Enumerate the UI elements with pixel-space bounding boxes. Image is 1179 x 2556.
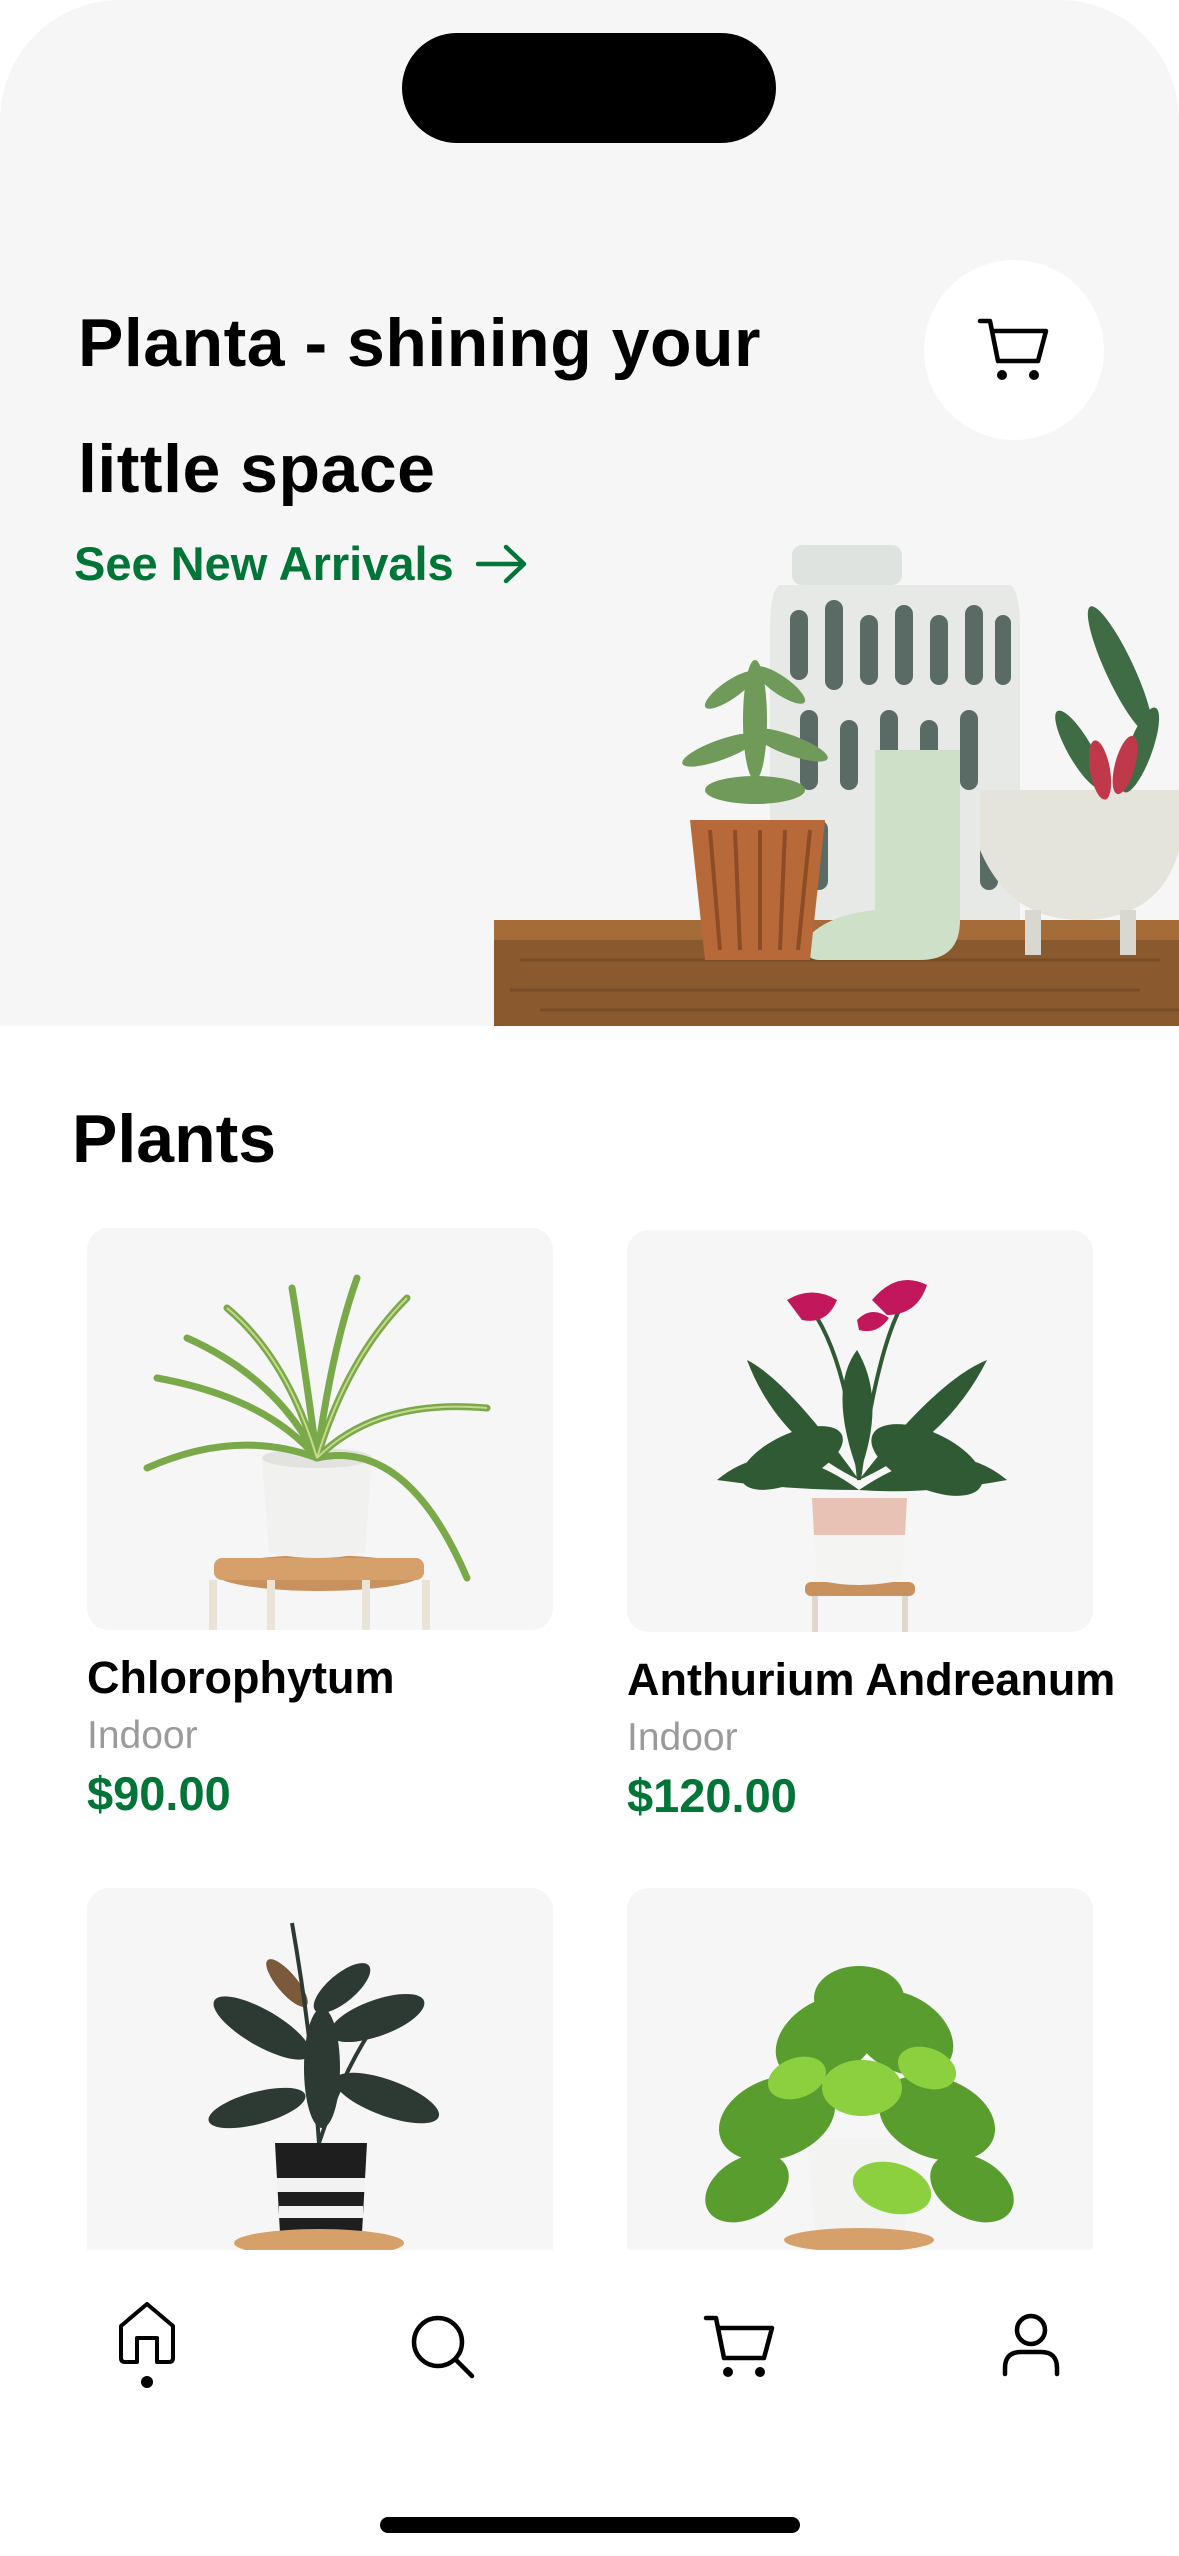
product-price: $120.00 xyxy=(627,1769,797,1822)
search-icon xyxy=(411,2315,475,2379)
product-price: $90.00 xyxy=(87,1767,231,1820)
product-card[interactable]: Anthurium Andreanum Indoor $120.00 xyxy=(627,1230,1116,1823)
product-card[interactable] xyxy=(87,1888,553,2290)
product-card[interactable]: Chlorophytum Indoor $90.00 xyxy=(87,1228,553,1821)
chlorophytum-image xyxy=(143,1274,491,1630)
plant-image xyxy=(705,1966,1014,2252)
tab-home[interactable] xyxy=(97,2300,197,2410)
product-category: Indoor xyxy=(87,1714,198,1757)
hero-plant-illustration xyxy=(494,545,1179,1026)
cart-icon xyxy=(977,318,1049,380)
section-title-plants: Plants xyxy=(72,1101,277,1177)
bottom-tab-bar xyxy=(0,2250,1179,2556)
tab-search[interactable] xyxy=(393,2300,493,2410)
product-image[interactable] xyxy=(87,1888,553,2290)
tab-profile[interactable] xyxy=(981,2300,1081,2410)
tab-cart[interactable] xyxy=(690,2300,790,2410)
hero-cart-button[interactable] xyxy=(924,260,1104,440)
cart-icon xyxy=(703,2315,775,2377)
home-indicator xyxy=(380,2517,800,2533)
product-card[interactable] xyxy=(627,1888,1093,2290)
see-new-arrivals-link[interactable]: See New Arrivals xyxy=(74,536,528,591)
dynamic-island xyxy=(402,33,776,143)
home-icon xyxy=(119,2302,175,2364)
product-name: Anthurium Andreanum xyxy=(627,1654,1116,1705)
hero-banner: Planta - shining your little space See N… xyxy=(0,0,1179,1026)
active-tab-indicator xyxy=(141,2376,153,2388)
user-icon xyxy=(1002,2313,1060,2377)
product-image[interactable] xyxy=(627,1888,1093,2290)
see-new-arrivals-label: See New Arrivals xyxy=(74,537,454,590)
product-name: Chlorophytum xyxy=(87,1652,395,1703)
hero-title: Planta - shining your little space xyxy=(78,305,761,507)
plant-image xyxy=(208,1922,440,2257)
app-screen: Planta - shining your little space See N… xyxy=(0,0,1179,2556)
anthurium-image xyxy=(717,1280,1007,1632)
product-image[interactable] xyxy=(87,1228,553,1630)
product-image[interactable] xyxy=(627,1230,1093,1632)
product-category: Indoor xyxy=(627,1716,738,1759)
